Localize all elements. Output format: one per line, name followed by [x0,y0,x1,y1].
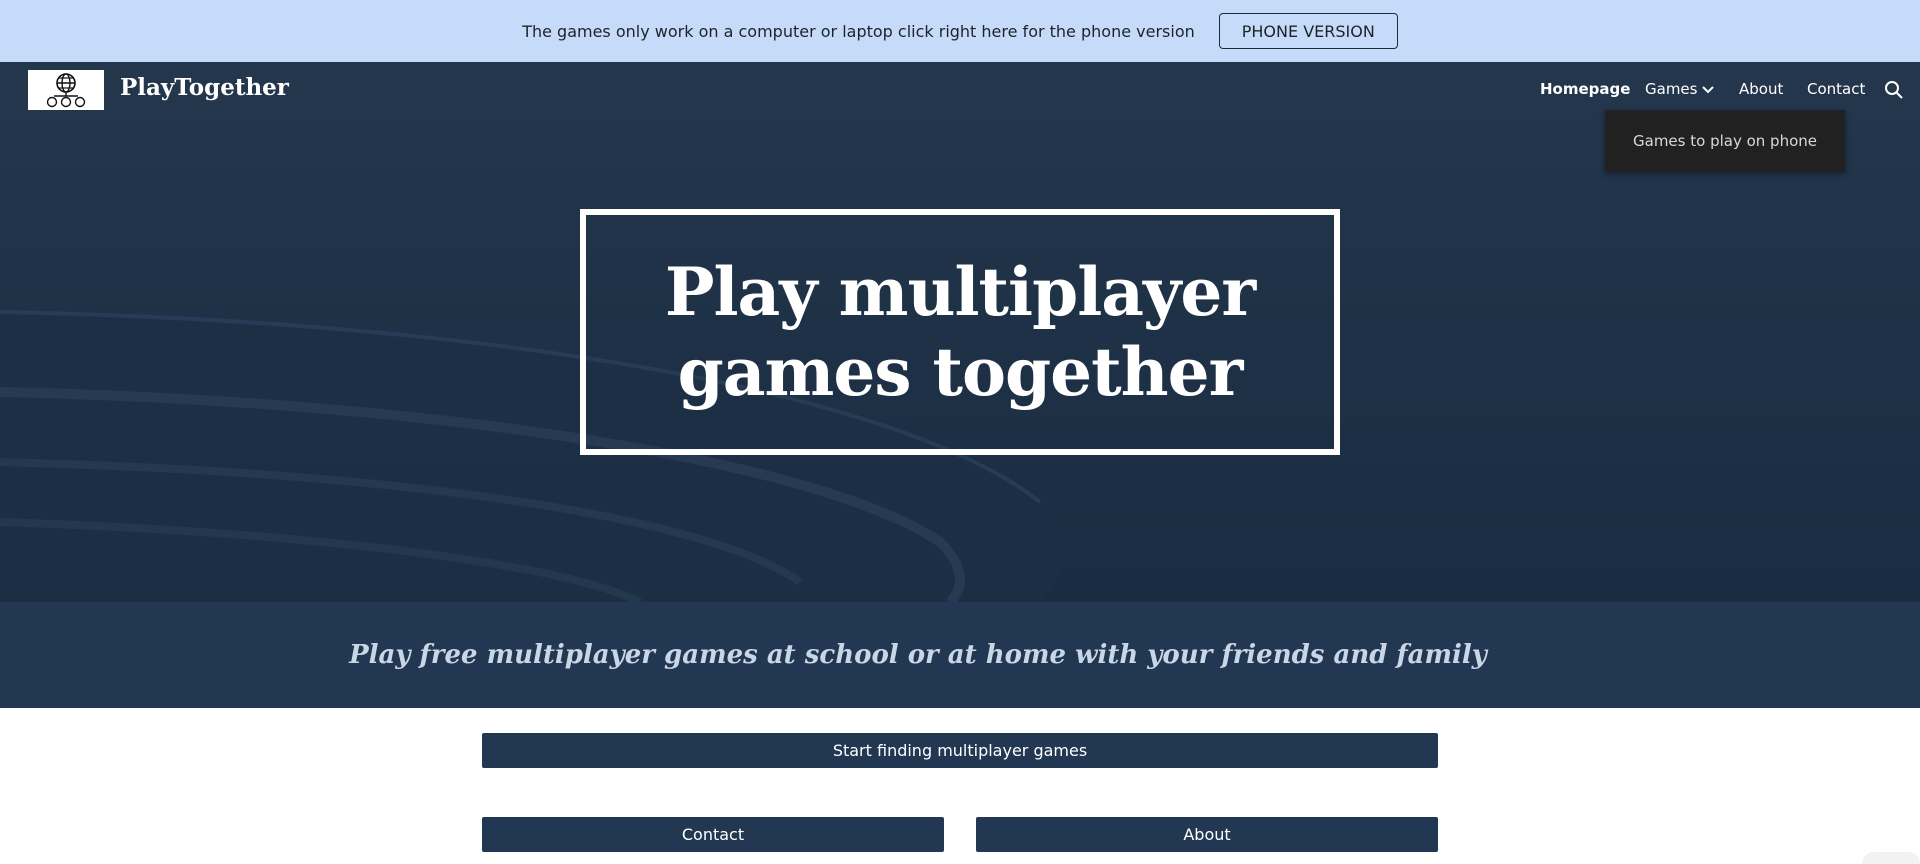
contact-button[interactable]: Contact [482,817,944,852]
about-button[interactable]: About [976,817,1438,852]
site-logo[interactable] [28,70,104,110]
floating-widget-edge[interactable] [1862,852,1920,864]
banner-text: The games only work on a computer or lap… [522,21,1195,41]
search-icon[interactable] [1884,80,1904,100]
hero-title-line2: games together [677,333,1244,411]
chevron-down-icon [1702,85,1715,93]
nav-contact[interactable]: Contact [1807,80,1865,98]
nav-about[interactable]: About [1739,80,1783,98]
nav-homepage[interactable]: Homepage [1540,80,1630,98]
nav-games-label: Games [1645,80,1698,98]
hero-title-box: Play multiplayer games together [580,209,1340,455]
start-finding-games-button[interactable]: Start finding multiplayer games [482,733,1438,768]
dropdown-item-phone-games[interactable]: Games to play on phone [1633,132,1817,150]
games-dropdown-menu: Games to play on phone [1605,110,1845,172]
hero-title-line1: Play multiplayer [664,253,1256,331]
site-title[interactable]: PlayTogether [120,74,289,101]
nav-games[interactable]: Games [1645,80,1715,98]
tagline-text: Play free multiplayer games at school or… [349,640,1487,670]
phone-version-button[interactable]: PHONE VERSION [1218,13,1398,49]
tagline-band: Play free multiplayer games at school or… [0,602,1920,708]
announcement-banner: The games only work on a computer or lap… [0,0,1920,62]
globe-controllers-icon [46,73,86,108]
